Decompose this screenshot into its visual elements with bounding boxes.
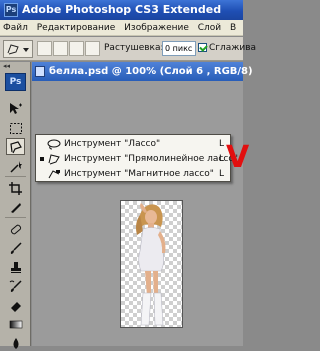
- clone-stamp-tool[interactable]: [6, 258, 25, 275]
- flyout-item-lasso[interactable]: Инструмент "Лассо" L: [36, 137, 230, 152]
- toolbox-divider: [5, 217, 26, 218]
- menu-edit[interactable]: Редактирование: [34, 20, 119, 36]
- marquee-tool[interactable]: [6, 119, 25, 136]
- document-icon: [35, 66, 45, 77]
- healing-brush-tool[interactable]: [6, 220, 25, 237]
- gradient-icon: [9, 320, 23, 329]
- feather-input[interactable]: 0 пикс: [162, 41, 196, 56]
- add-to-selection-button[interactable]: [53, 41, 68, 56]
- photoshop-logo[interactable]: Ps: [5, 73, 26, 91]
- selected-bullet-icon: [40, 157, 44, 161]
- healing-brush-icon: [10, 224, 22, 235]
- intersect-selection-button[interactable]: [85, 41, 100, 56]
- photoshop-app-icon: Ps: [4, 3, 18, 17]
- menu-select[interactable]: В: [227, 20, 239, 36]
- flyout-item-polygonal-lasso[interactable]: Инструмент "Прямолинейное лассо" L: [36, 152, 238, 167]
- flyout-item-magnetic-lasso[interactable]: Инструмент "Магнитное лассо" L: [36, 167, 230, 182]
- history-brush-icon: [9, 280, 22, 292]
- menu-layer[interactable]: Слой: [195, 20, 224, 36]
- document-title: белла.psd @ 100% (Слой 6 , RGB/8): [49, 66, 253, 77]
- antialias-label: Сглажива: [209, 43, 257, 53]
- brush-icon: [10, 242, 22, 254]
- flyout-item-label: Инструмент "Магнитное лассо": [64, 169, 214, 179]
- flyout-item-label: Инструмент "Прямолинейное лассо": [64, 154, 238, 164]
- menu-file[interactable]: Файл: [0, 20, 31, 36]
- clone-stamp-icon: [11, 262, 21, 273]
- brush-tool[interactable]: [6, 239, 25, 256]
- flyout-item-shortcut: L: [219, 139, 225, 149]
- eraser-tool[interactable]: [6, 296, 25, 313]
- eraser-icon: [11, 302, 21, 312]
- marquee-icon: [10, 123, 22, 134]
- blur-icon: [13, 338, 19, 349]
- magnetic-lasso-icon: [48, 170, 60, 179]
- lasso-icon: [47, 139, 61, 150]
- blur-tool[interactable]: [6, 334, 25, 351]
- gradient-tool[interactable]: [6, 315, 25, 332]
- collapse-toolbox-arrows[interactable]: ◂◂: [3, 62, 10, 70]
- move-tool[interactable]: [6, 99, 25, 116]
- feather-label: Растушевка:: [104, 43, 164, 53]
- flyout-item-label: Инструмент "Лассо": [64, 139, 161, 149]
- tool-preset-picker[interactable]: [3, 40, 33, 58]
- flyout-item-shortcut: L: [219, 169, 225, 179]
- new-selection-button[interactable]: [37, 41, 52, 56]
- red-v-annotation: V: [226, 140, 250, 175]
- subtract-from-selection-button[interactable]: [69, 41, 84, 56]
- image-canvas[interactable]: [120, 200, 183, 328]
- woman-figure-photo: [136, 203, 166, 326]
- window-title: Adobe Photoshop CS3 Extended: [22, 3, 222, 16]
- slice-tool[interactable]: [6, 198, 25, 215]
- flyout-item-shortcut: L: [219, 154, 225, 164]
- options-bar: Растушевка: 0 пикс Сглажива: [0, 37, 256, 61]
- lasso-icon: [10, 141, 22, 154]
- toolbox-divider: [5, 176, 26, 177]
- history-brush-tool[interactable]: [6, 277, 25, 294]
- title-bar: Ps Adobe Photoshop CS3 Extended: [0, 0, 243, 20]
- lasso-tool-flyout-menu: Инструмент "Лассо" L Инструмент "Прямоли…: [35, 134, 238, 182]
- magic-wand-tool[interactable]: [6, 157, 25, 174]
- menu-bar: Файл Редактирование Изображение Слой В: [0, 20, 243, 36]
- lasso-tool[interactable]: [6, 138, 25, 155]
- move-icon: [10, 103, 22, 114]
- crop-tool[interactable]: [6, 179, 25, 196]
- document-title-bar[interactable]: белла.psd @ 100% (Слой 6 , RGB/8): [32, 62, 253, 81]
- polygonal-lasso-icon: [48, 154, 60, 165]
- menu-image[interactable]: Изображение: [121, 20, 192, 36]
- polygonal-lasso-icon: [7, 44, 29, 55]
- crop-icon: [9, 182, 22, 195]
- antialias-checkbox[interactable]: [198, 43, 207, 52]
- magic-wand-icon: [10, 161, 22, 173]
- toolbox: ◂◂ Ps: [0, 62, 31, 349]
- slice-icon: [11, 203, 21, 213]
